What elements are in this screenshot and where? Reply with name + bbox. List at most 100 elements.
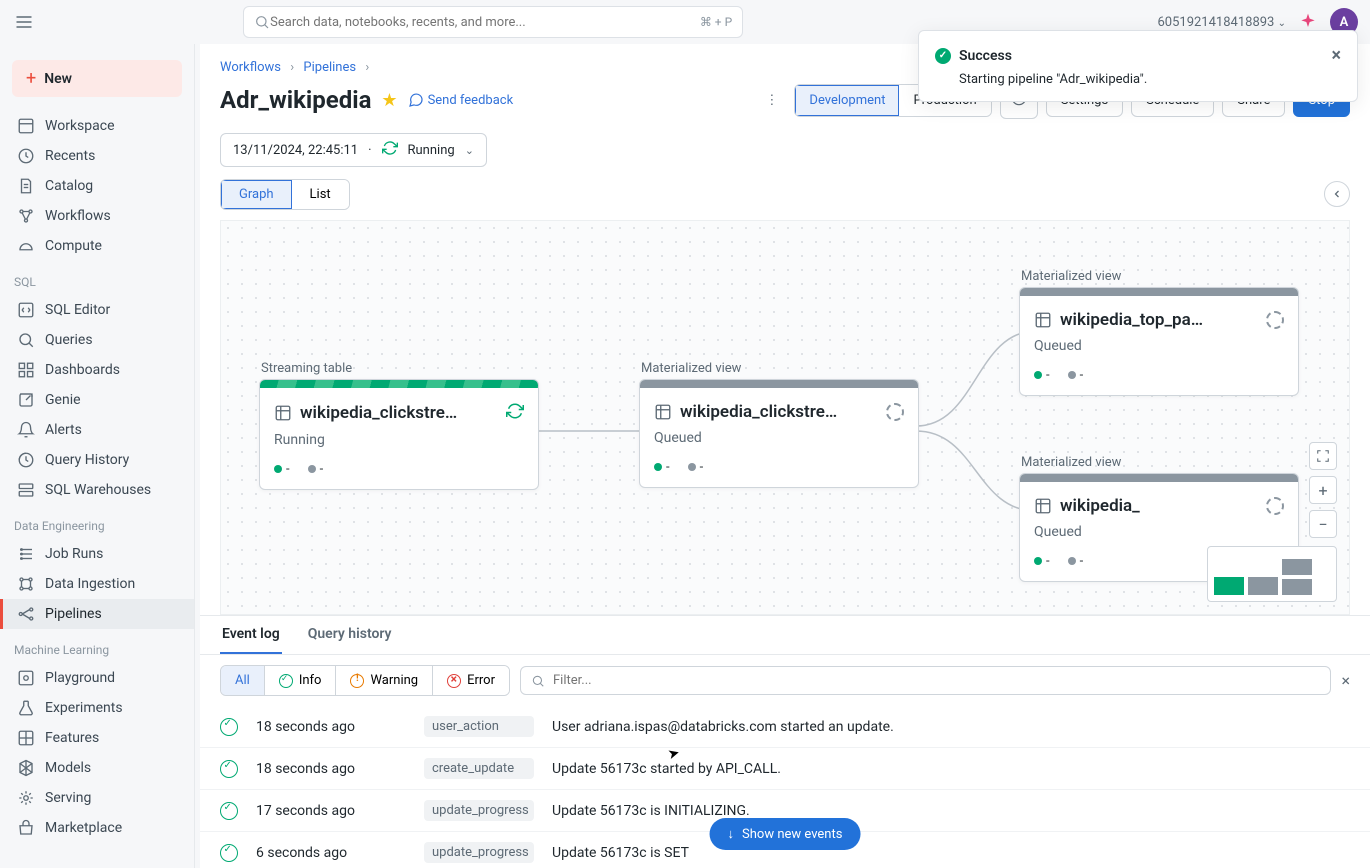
tab-event-log[interactable]: Event log [220,616,282,654]
pipeline-graph-canvas[interactable]: Streaming table wikipedia_clickstre… Run… [220,220,1350,615]
tab-query-history[interactable]: Query history [306,616,394,654]
toast-success: ✓ Success × Starting pipeline "Adr_wikip… [918,30,1358,102]
sidebar-item-features[interactable]: Features [0,723,194,753]
minimap[interactable] [1207,546,1337,602]
event-message: Update 56173c started by API_CALL. [552,761,1350,777]
success-icon [220,760,238,778]
experiments-icon [17,699,35,717]
run-timestamp: 13/11/2024, 22:45:11 [233,143,358,158]
filter-input-wrap[interactable] [520,666,1331,695]
new-button[interactable]: + New [12,60,182,97]
workspace-icon [17,117,35,135]
graph-view-button[interactable]: Graph [221,180,292,209]
sidebar-item-marketplace[interactable]: Marketplace [0,813,194,843]
alerts-icon [17,421,35,439]
send-feedback-link[interactable]: Send feedback [408,92,514,108]
event-time: 18 seconds ago [256,719,406,735]
sidebar-item-queries[interactable]: Queries [0,325,194,355]
list-view-button[interactable]: List [292,180,349,209]
collapse-panel-icon[interactable] [1324,181,1350,207]
sidebar-section-title: Data Engineering [0,505,194,539]
kebab-icon[interactable]: ⋮ [757,89,786,112]
table-icon [1034,311,1052,329]
event-message: User adriana.ispas@databricks.com starte… [552,719,1350,735]
filter-all[interactable]: All [221,666,265,695]
star-icon[interactable]: ★ [381,90,397,111]
sidebar-item-query-history[interactable]: Query History [0,445,194,475]
global-search[interactable]: ⌘ + P [243,6,743,38]
info-icon [279,674,293,688]
sidebar-item-genie[interactable]: Genie [0,385,194,415]
filter-info[interactable]: Info [265,666,337,695]
event-message: Update 56173c is INITIALIZING. [552,803,1350,819]
sidebar-item-compute[interactable]: Compute [0,231,194,261]
event-tag: create_update [424,758,534,779]
pipelines-icon [17,605,35,623]
toast-message: Starting pipeline "Adr_wikipedia". [959,72,1341,87]
sidebar-item-workspace[interactable]: Workspace [0,111,194,141]
assistant-icon[interactable] [1298,12,1318,32]
event-row[interactable]: 18 seconds ago user_action User adriana.… [200,706,1370,748]
sidebar-item-models[interactable]: Models [0,753,194,783]
check-circle-icon: ✓ [935,48,951,64]
marketplace-icon [17,819,35,837]
show-new-events-button[interactable]: ↓ Show new events [710,818,861,850]
hamburger-icon[interactable] [12,10,36,34]
sidebar-item-catalog[interactable]: Catalog [0,171,194,201]
main-content: Workflows › Pipelines › Adr_wikipedia ★ … [200,44,1370,868]
filter-error[interactable]: Error [433,666,509,695]
refresh-icon [382,140,398,160]
breadcrumb-workflows[interactable]: Workflows [220,60,281,75]
graph-node-materialized-view-2[interactable]: wikipedia_top_pa… Queued - - [1019,287,1299,396]
graph-node-materialized-view-1[interactable]: wikipedia_clickstre… Queued - - [639,379,919,488]
sidebar: + New WorkspaceRecentsCatalogWorkflowsCo… [0,44,195,868]
queued-icon [886,403,904,421]
zoom-in-button[interactable]: + [1309,476,1337,504]
event-time: 6 seconds ago [256,845,406,861]
event-tag: update_progress [424,800,534,821]
toast-title: Success [959,48,1012,64]
error-icon [447,674,461,688]
event-tag: user_action [424,716,534,737]
filter-input[interactable] [553,673,1320,688]
sql-editor-icon [17,301,35,319]
zoom-out-button[interactable]: − [1309,510,1337,538]
breadcrumb-pipelines[interactable]: Pipelines [303,60,356,75]
page-title: Adr_wikipedia [220,86,371,114]
close-icon[interactable]: × [1341,671,1350,690]
sidebar-item-sql-editor[interactable]: SQL Editor [0,295,194,325]
job-runs-icon [17,545,35,563]
spinning-refresh-icon [506,402,524,424]
sidebar-item-recents[interactable]: Recents [0,141,194,171]
sidebar-item-workflows[interactable]: Workflows [0,201,194,231]
node-type-label: Materialized view [1021,269,1121,284]
sidebar-item-job-runs[interactable]: Job Runs [0,539,194,569]
table-icon [654,403,672,421]
sidebar-item-sql-warehouses[interactable]: SQL Warehouses [0,475,194,505]
run-status-selector[interactable]: 13/11/2024, 22:45:11 · Running ⌄ [220,133,487,167]
workspace-id[interactable]: 6051921418418893 ⌄ [1157,15,1286,30]
dashboards-icon [17,361,35,379]
sidebar-item-playground[interactable]: Playground [0,663,194,693]
sidebar-item-pipelines[interactable]: Pipelines [0,599,194,629]
genie-icon [17,391,35,409]
event-row[interactable]: 18 seconds ago create_update Update 5617… [200,748,1370,790]
fullscreen-button[interactable] [1309,442,1337,470]
sidebar-item-data-ingestion[interactable]: Data Ingestion [0,569,194,599]
sidebar-item-serving[interactable]: Serving [0,783,194,813]
event-message: Update 56173c is SET [552,845,1350,861]
filter-warning[interactable]: Warning [336,666,433,695]
catalog-icon [17,177,35,195]
playground-icon [17,669,35,687]
sidebar-section-title: SQL [0,261,194,295]
graph-node-streaming-table[interactable]: wikipedia_clickstre… Running - - [259,379,539,490]
sidebar-item-dashboards[interactable]: Dashboards [0,355,194,385]
development-tab[interactable]: Development [795,85,899,116]
features-icon [17,729,35,747]
run-state: Running [408,143,455,158]
sidebar-item-experiments[interactable]: Experiments [0,693,194,723]
success-icon [220,802,238,820]
sidebar-item-alerts[interactable]: Alerts [0,415,194,445]
close-icon[interactable]: × [1331,45,1341,66]
search-input[interactable] [270,15,700,30]
